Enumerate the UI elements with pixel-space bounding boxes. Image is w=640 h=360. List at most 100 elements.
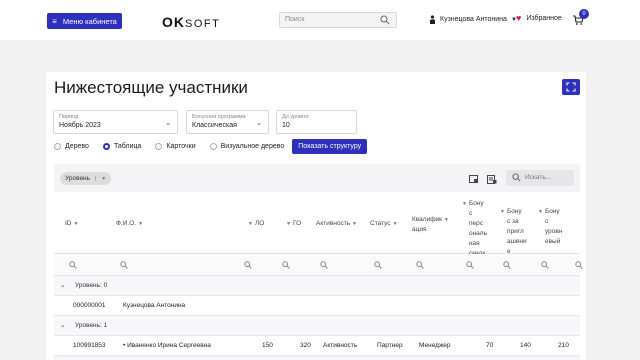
filter-icon[interactable]: ▼: [74, 221, 79, 227]
search-icon[interactable]: [282, 261, 290, 269]
search-icon[interactable]: [244, 261, 252, 269]
column-header-qualification[interactable]: Квалифик ▼ ация: [412, 216, 449, 234]
search-icon[interactable]: [380, 15, 390, 25]
level-input[interactable]: До уровня: 10: [276, 110, 357, 134]
filter-icon[interactable]: ▼: [352, 221, 357, 227]
cell-bonus-discount: 70: [486, 342, 494, 349]
search-icon: [512, 173, 521, 182]
search-input[interactable]: Поиск: [279, 12, 397, 28]
show-structure-button[interactable]: Показать структуру: [292, 138, 368, 154]
data-grid: Уровень ↑ ▼ Искать... ID ▼ Ф.И.О. ▼ ▼ ЛО ▼ Г…: [54, 164, 583, 360]
column-header-go[interactable]: ▼ ГО: [286, 220, 301, 227]
column-header-line: с: [544, 218, 549, 225]
period-value: Ноябрь 2023: [59, 122, 101, 129]
heart-icon: ♥: [516, 13, 522, 23]
view-cards-radio[interactable]: Карточки: [155, 142, 196, 150]
column-header-line: евый: [544, 238, 561, 245]
top-bar: ≡ Меню кабинета OKSOFT Поиск Кузнецова А…: [0, 0, 640, 40]
search-placeholder: Поиск: [285, 16, 305, 23]
level-label: До уровня:: [282, 114, 310, 120]
hamburger-icon: ≡: [52, 16, 57, 26]
group-by-chip[interactable]: Уровень ↑ ▼: [60, 172, 112, 185]
cell-id: 100991853: [73, 342, 106, 349]
cell-status: Партнер: [377, 342, 403, 349]
period-select[interactable]: Период Ноябрь 2023 ⌄: [53, 110, 178, 134]
column-header-line: с: [468, 210, 473, 217]
filter-icon[interactable]: ▼: [101, 176, 106, 182]
column-header-line: ная: [468, 240, 480, 247]
filter-icon[interactable]: ▼: [500, 209, 505, 215]
grid-search-input[interactable]: Искать...: [506, 170, 574, 186]
group-label: Уровень: 0: [75, 282, 108, 289]
cell-bonus-invite: 140: [520, 342, 531, 349]
user-name: Кузнецова Антонина: [440, 16, 507, 23]
group-row-level-1[interactable]: ⌄ Уровень: 1: [54, 316, 580, 336]
bonus-program-label: Бонусная программа: [192, 114, 246, 120]
favorites-label: Избранное: [526, 15, 562, 22]
column-header-line: Бону: [544, 208, 560, 215]
favorites-link[interactable]: ♥ Избранное: [516, 13, 562, 23]
level-value: 10: [282, 122, 290, 129]
column-header-line: уровн: [544, 228, 563, 235]
column-header-id[interactable]: ID ▼: [65, 220, 78, 227]
view-switcher: Дерево Таблица Карточки Визуальное дерев…: [54, 138, 368, 154]
filter-icon[interactable]: ▼: [393, 221, 398, 227]
export-icon[interactable]: [469, 175, 479, 184]
table-header: ID ▼ Ф.И.О. ▼ ▼ ЛО ▼ ГО Активность ▼ Статус ▼ …: [54, 192, 580, 267]
user-menu[interactable]: Кузнецова Антонина ▼: [429, 15, 517, 24]
cabinet-menu-label: Меню кабинета: [62, 16, 117, 26]
filter-row: [54, 254, 583, 276]
search-icon[interactable]: [374, 261, 382, 269]
search-icon[interactable]: [320, 261, 328, 269]
page-title: Нижестоящие участники: [54, 78, 248, 97]
search-icon[interactable]: [575, 261, 583, 269]
column-header-fio[interactable]: Ф.И.О. ▼: [116, 220, 143, 227]
view-tree-radio[interactable]: Дерево: [54, 142, 89, 150]
column-header-activity[interactable]: Активность ▼: [316, 220, 357, 227]
column-header-line: Бону: [506, 208, 522, 215]
filter-icon[interactable]: ▼: [462, 201, 467, 207]
period-label: Период: [59, 114, 79, 120]
search-icon[interactable]: [503, 261, 511, 269]
logo[interactable]: OKSOFT: [162, 14, 220, 30]
cell-go: 320: [300, 342, 311, 349]
search-icon[interactable]: [541, 261, 549, 269]
filter-icon[interactable]: ▼: [138, 221, 143, 227]
table-row[interactable]: 100991853 • Иваненко Ирина Сергеевна 150…: [54, 336, 580, 356]
column-header-lo[interactable]: ▼ ЛО: [248, 220, 264, 227]
cell-bonus-level: 210: [558, 342, 569, 349]
table-row[interactable]: 000000001 Кузнецова Антонина: [54, 296, 580, 316]
cell-qualification: Менеджер: [419, 342, 451, 349]
bonus-program-select[interactable]: Бонусная программа Классическая ⌄: [186, 110, 269, 134]
column-header-bonus-level[interactable]: ▼ Бону с уровн евый: [538, 208, 562, 246]
chevron-down-icon: ⌄: [256, 120, 262, 127]
view-table-radio[interactable]: Таблица: [102, 142, 141, 150]
column-chooser-icon[interactable]: [487, 175, 497, 184]
search-icon[interactable]: [120, 261, 128, 269]
column-header-bonus-invite[interactable]: ▼ Бону с за пригл ашени е: [500, 208, 527, 256]
search-icon[interactable]: [69, 261, 77, 269]
view-visual-tree-radio[interactable]: Визуальное дерево: [209, 142, 284, 150]
column-header-line: ональ: [468, 230, 487, 237]
filter-icon[interactable]: ▼: [286, 221, 291, 227]
search-icon[interactable]: [466, 261, 474, 269]
filter-icon[interactable]: ▼: [248, 221, 253, 227]
column-header-line: перс: [468, 220, 483, 227]
cell-fio: Кузнецова Антонина: [123, 302, 186, 309]
column-header-status[interactable]: Статус ▼: [370, 220, 398, 227]
filter-icon[interactable]: ▼: [538, 209, 543, 215]
cell-lo: 150: [262, 342, 273, 349]
expand-icon: [566, 82, 576, 92]
cart-count-badge: 0: [579, 9, 589, 19]
chevron-down-icon[interactable]: ⌄: [60, 321, 66, 329]
chevron-down-icon: ⌄: [165, 120, 171, 127]
cabinet-menu-button[interactable]: ≡ Меню кабинета: [47, 13, 122, 29]
column-header-line: пригл: [506, 228, 524, 235]
filter-icon[interactable]: ▼: [444, 217, 449, 223]
cell-fio: • Иваненко Ирина Сергеевна: [123, 342, 211, 349]
search-icon[interactable]: [416, 261, 424, 269]
sort-asc-icon[interactable]: ↑: [94, 175, 97, 182]
fullscreen-button[interactable]: [562, 79, 580, 95]
group-row-level-0[interactable]: ⌄ Уровень: 0: [54, 276, 580, 296]
chevron-down-icon[interactable]: ⌄: [60, 281, 66, 289]
